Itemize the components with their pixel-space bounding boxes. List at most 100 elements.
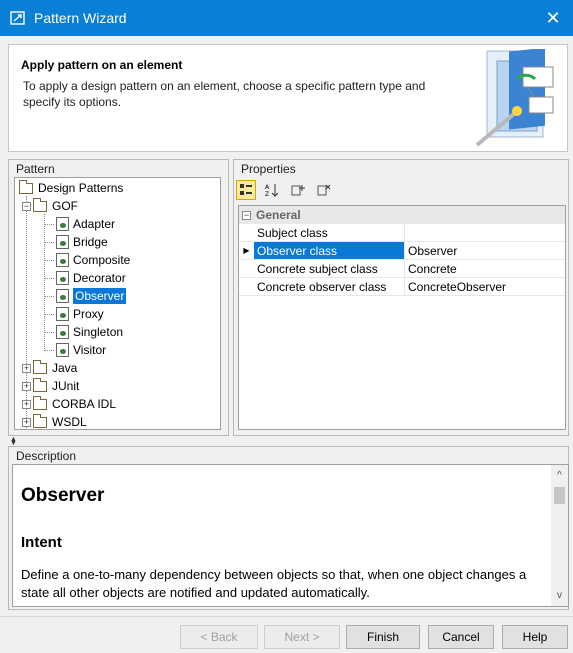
collapse-icon[interactable]: −	[242, 210, 251, 220]
property-name: Observer class	[254, 242, 405, 259]
current-row-arrow-icon: ▶	[239, 242, 254, 259]
tree-item-label: WSDL	[52, 415, 87, 429]
wizard-app-icon	[10, 11, 25, 25]
tree-item-label: Design Patterns	[38, 181, 124, 195]
tree-item-label: Proxy	[73, 307, 104, 321]
help-button[interactable]: Help	[502, 625, 568, 649]
wizard-header: Apply pattern on an element To apply a d…	[8, 44, 568, 152]
description-box: Observer Intent Define a one-to-many dep…	[12, 464, 569, 607]
pattern-label: Pattern	[14, 162, 57, 176]
tree-item-label: JUnit	[52, 379, 80, 393]
property-value[interactable]: Concrete	[405, 260, 565, 277]
property-name: Subject class	[254, 224, 405, 241]
tree-item-design-patterns[interactable]: Design Patterns	[19, 179, 123, 197]
folder-icon	[33, 197, 47, 212]
category-general[interactable]: − General	[239, 206, 565, 224]
scroll-down-icon[interactable]: v	[551, 587, 568, 604]
description-scrollbar[interactable]: ^ v	[551, 465, 568, 606]
tree-item-decorator[interactable]: Decorator	[44, 269, 126, 287]
wizard-illustration-icon	[475, 49, 554, 147]
folder-icon	[33, 395, 47, 410]
property-row[interactable]: Subject class	[239, 224, 565, 242]
folder-icon	[33, 413, 47, 428]
description-subheading: Intent	[21, 534, 62, 551]
sort-az-icon: AZ	[265, 184, 279, 197]
folder-icon	[19, 179, 33, 194]
tree-item-wsdl[interactable]: + WSDL	[22, 413, 87, 429]
expand-all-button[interactable]	[288, 180, 308, 200]
expand-all-icon	[291, 185, 305, 196]
property-name: Concrete subject class	[254, 260, 405, 277]
tree-item-label: Bridge	[73, 235, 108, 249]
pattern-icon	[56, 325, 69, 339]
tree-item-label: Observer	[73, 288, 127, 304]
property-value[interactable]: ConcreteObserver	[405, 278, 565, 295]
property-value[interactable]: Observer	[405, 242, 565, 259]
tree-item-corba-idl[interactable]: + CORBA IDL	[22, 395, 116, 413]
pattern-icon	[56, 271, 69, 285]
tree-item-proxy[interactable]: Proxy	[44, 305, 104, 323]
description-text: Define a one-to-many dependency between …	[21, 567, 527, 600]
tree-item-label: Decorator	[73, 271, 126, 285]
tree-item-observer[interactable]: Observer	[44, 287, 127, 305]
expand-icon[interactable]: +	[22, 381, 31, 391]
scroll-thumb[interactable]	[554, 487, 565, 504]
splitter-handle[interactable]: ▲ ▼	[10, 436, 30, 447]
pattern-icon	[56, 217, 69, 231]
expand-icon[interactable]: +	[22, 399, 31, 409]
pattern-icon	[56, 343, 69, 357]
alphabetical-view-button[interactable]: AZ	[262, 180, 282, 200]
pattern-icon	[56, 235, 69, 249]
property-row[interactable]: Concrete subject class Concrete	[239, 260, 565, 278]
tree-item-composite[interactable]: Composite	[44, 251, 130, 269]
close-button[interactable]: ✕	[533, 0, 573, 36]
tree-item-visitor[interactable]: Visitor	[44, 341, 106, 359]
category-label: General	[256, 208, 301, 222]
tree-item-adapter[interactable]: Adapter	[44, 215, 115, 233]
tree-item-java[interactable]: + Java	[22, 359, 77, 377]
pattern-tree[interactable]: Design Patterns − GOF Adapter Bridge Com…	[14, 177, 221, 430]
cancel-button[interactable]: Cancel	[428, 625, 494, 649]
collapse-icon[interactable]: −	[22, 201, 31, 211]
collapse-all-icon	[317, 184, 331, 196]
pattern-icon	[56, 253, 69, 267]
description-label: Description	[14, 449, 79, 463]
pattern-icon	[56, 307, 69, 321]
categorized-view-button[interactable]	[236, 180, 256, 200]
svg-text:A: A	[265, 184, 270, 191]
tree-item-singleton[interactable]: Singleton	[44, 323, 123, 341]
property-value[interactable]	[405, 224, 565, 241]
collapse-all-button[interactable]	[314, 180, 334, 200]
footer-divider	[0, 616, 573, 617]
property-row[interactable]: Concrete observer class ConcreteObserver	[239, 278, 565, 296]
scroll-up-icon[interactable]: ^	[551, 467, 568, 484]
window-title: Pattern Wizard	[34, 10, 127, 26]
tree-item-label: GOF	[52, 199, 78, 213]
expand-icon[interactable]: +	[22, 417, 31, 427]
tree-item-gof[interactable]: − GOF	[22, 197, 78, 215]
tree-item-junit[interactable]: + JUnit	[22, 377, 79, 395]
header-title: Apply pattern on an element	[21, 58, 183, 72]
folder-icon	[33, 377, 47, 392]
expand-icon[interactable]: +	[22, 363, 31, 373]
finish-button[interactable]: Finish	[346, 625, 420, 649]
tree-item-label: CORBA IDL	[52, 397, 117, 411]
header-description: To apply a design pattern on an element,…	[23, 79, 426, 109]
property-name: Concrete observer class	[254, 278, 405, 295]
tree-item-label: Singleton	[73, 325, 124, 339]
folder-icon	[33, 359, 47, 374]
close-icon: ✕	[545, 7, 561, 28]
properties-label: Properties	[239, 162, 298, 176]
tree-item-label: Java	[52, 361, 78, 375]
categorized-icon	[240, 184, 252, 195]
properties-toolbar: AZ	[236, 178, 436, 202]
tree-item-label: Visitor	[73, 343, 107, 357]
svg-text:Z: Z	[265, 191, 269, 197]
tree-item-label: Adapter	[73, 217, 116, 231]
back-button[interactable]: < Back	[180, 625, 258, 649]
next-button[interactable]: Next >	[264, 625, 340, 649]
properties-grid: − General Subject class ▶ Observer class…	[238, 205, 566, 430]
title-bar: Pattern Wizard ✕	[0, 0, 573, 36]
tree-item-bridge[interactable]: Bridge	[44, 233, 108, 251]
property-row[interactable]: ▶ Observer class Observer	[239, 242, 565, 260]
